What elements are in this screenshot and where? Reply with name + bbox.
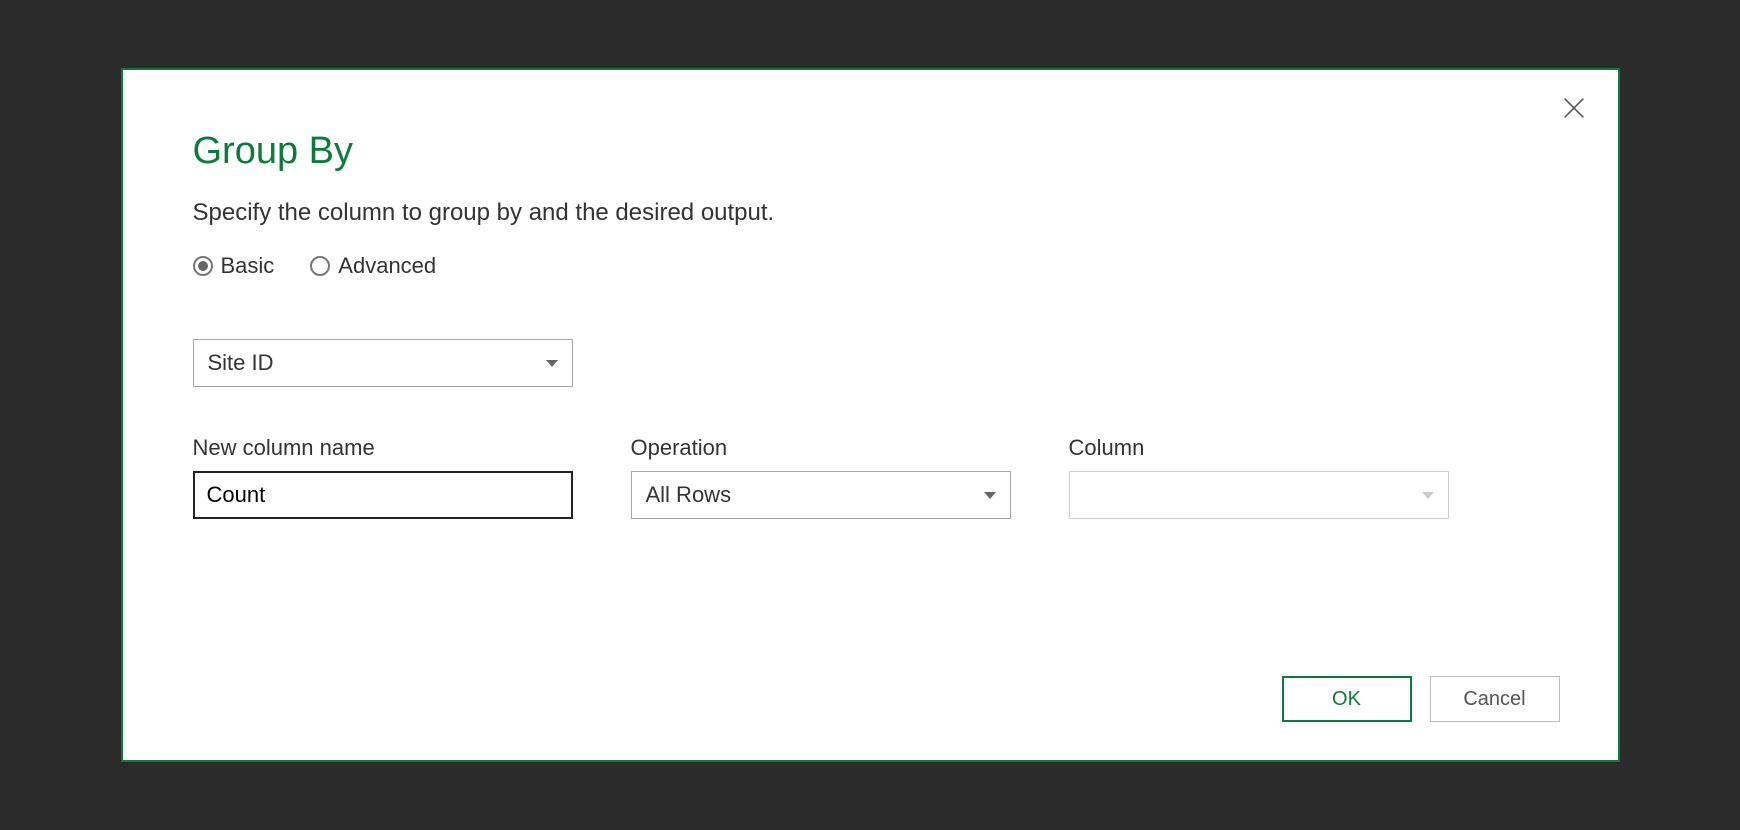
cancel-button[interactable]: Cancel (1430, 676, 1560, 722)
aggregation-row: New column name Operation All Rows Colum… (193, 435, 1548, 519)
mode-radio-group: Basic Advanced (193, 253, 1548, 279)
new-column-name-label: New column name (193, 435, 573, 461)
radio-advanced-label: Advanced (338, 253, 436, 279)
dialog-subtitle: Specify the column to group by and the d… (193, 199, 1548, 227)
operation-field: Operation All Rows (631, 435, 1011, 519)
radio-basic[interactable]: Basic (193, 253, 275, 279)
group-by-column-value: Site ID (208, 350, 274, 376)
close-button[interactable] (1558, 92, 1590, 124)
new-column-name-field: New column name (193, 435, 573, 519)
group-by-dialog: Group By Specify the column to group by … (121, 68, 1620, 762)
operation-dropdown[interactable]: All Rows (631, 471, 1011, 519)
dialog-buttons: OK Cancel (1282, 676, 1560, 722)
dialog-frame: Group By Specify the column to group by … (103, 50, 1638, 780)
chevron-down-icon (1422, 492, 1434, 499)
operation-label: Operation (631, 435, 1011, 461)
chevron-down-icon (546, 360, 558, 367)
group-by-column-dropdown[interactable]: Site ID (193, 339, 573, 387)
ok-button[interactable]: OK (1282, 676, 1412, 722)
column-label: Column (1069, 435, 1449, 461)
column-field: Column (1069, 435, 1449, 519)
new-column-name-input[interactable] (193, 471, 573, 519)
close-icon (1560, 94, 1588, 122)
dialog-title: Group By (193, 130, 1548, 173)
column-dropdown (1069, 471, 1449, 519)
radio-icon (193, 256, 213, 276)
radio-icon (310, 256, 330, 276)
radio-basic-label: Basic (221, 253, 275, 279)
chevron-down-icon (984, 492, 996, 499)
radio-advanced[interactable]: Advanced (310, 253, 436, 279)
operation-value: All Rows (646, 482, 732, 508)
group-by-column-field: Site ID (193, 339, 1548, 387)
